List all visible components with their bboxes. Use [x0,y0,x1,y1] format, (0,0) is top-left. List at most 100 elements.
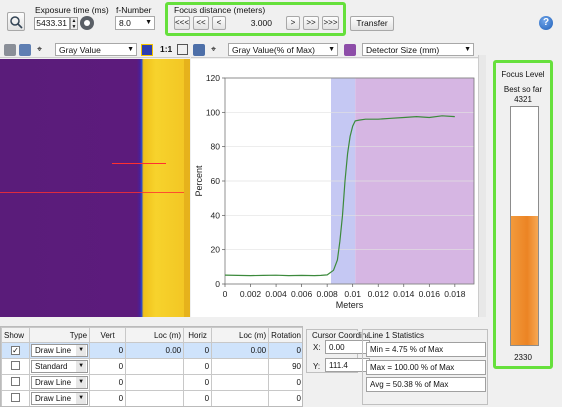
chevron-down-icon: ▼ [76,377,87,388]
cursor-x-label: X: [313,343,321,352]
focus-step-forward-small-button[interactable]: > [286,16,300,30]
zoom-fit-icon[interactable] [177,44,188,55]
horiz-cell[interactable]: 0 [183,342,213,359]
vert-cell[interactable]: 0 [89,342,127,359]
horiz-cell[interactable]: 0 [183,390,213,406]
rotation-cell[interactable]: 0 [268,374,302,391]
y-tick-label: 120 [206,73,220,83]
chevron-down-icon: ▼ [145,19,152,26]
show-cell[interactable] [1,390,31,406]
focus-step-back-medium-button[interactable]: << [193,16,209,30]
show-cell[interactable]: ✓ [1,342,31,359]
chevron-down-icon: ▼ [328,46,335,53]
rotation-cell[interactable]: 90 [268,358,302,375]
loc-horiz-cell [211,374,270,391]
plot-x-label: Detector Size (mm) [366,45,440,55]
transfer-button[interactable]: Transfer [350,16,394,31]
save-icon[interactable] [19,44,31,56]
horiz-cell[interactable]: 0 [183,374,213,391]
show-checkbox[interactable] [11,393,20,402]
vert-cell[interactable]: 0 [89,390,127,406]
stat-avg: Avg = 50.38 % of Max [366,377,486,392]
table-row[interactable]: Draw Line ▼ 0 0 0 [1,390,302,406]
focus-step-back-large-button[interactable]: <<< [174,16,190,30]
y-tick-label: 60 [211,176,221,186]
exposure-apply-button[interactable] [80,16,94,30]
fnumber-select[interactable]: 8.0 ▼ [115,16,155,30]
cursor-tool-icon[interactable]: ⌖ [37,44,42,55]
plot-area: 0 20 40 60 80 100 120 0 0.002 0.004 0.006 0.008 0.01… [191,59,485,317]
type-select[interactable]: Draw Line ▼ [31,344,89,357]
show-cell[interactable] [1,374,31,391]
x-tick-label: 0.014 [393,289,415,299]
rotation-cell[interactable]: 0 [268,342,302,359]
loc-vert-cell [125,358,185,375]
focus-distance-value: 3.000 [250,18,272,28]
type-cell[interactable]: Standard ▼ [29,358,91,375]
chart-export-icon[interactable] [193,44,205,56]
focus-level-meter [510,106,539,346]
x-tick-label: 0.008 [317,289,339,299]
chevron-down-icon: ▼ [76,393,87,404]
show-cell[interactable] [1,358,31,375]
table-row[interactable]: Draw Line ▼ 0 0 0 [1,374,302,391]
focus-level-title: Focus Level [501,70,545,79]
type-select[interactable]: Standard ▼ [31,360,89,373]
zoom-label[interactable]: 1:1 [160,44,172,54]
horiz-cell[interactable]: 0 [183,358,213,375]
focus-level-fill [511,216,538,345]
cursor-y-label: Y: [313,362,321,371]
image-right-edge [184,59,190,317]
best-so-far-value: 4321 [514,95,532,104]
plot-y-label: Gray Value(% of Max) [232,45,315,55]
type-select[interactable]: Draw Line ▼ [31,376,89,389]
loc-horiz-cell [211,358,270,375]
camera-image[interactable] [0,59,190,317]
show-checkbox[interactable] [11,361,20,370]
exposure-spinner[interactable]: ▲ ▼ [70,17,78,30]
stat-max: Max = 100.00 % of Max [366,360,486,375]
y-tick-label: 40 [211,210,221,220]
chevron-down-icon: ▼ [464,46,471,53]
focus-level-current-value: 2330 [514,353,532,362]
show-checkbox[interactable] [11,377,20,386]
image-panel-toolbar: ⌖ Gray Value ▼ 1:1 [0,42,190,58]
x-tick-label: 0.01 [344,289,361,299]
x-tick-label: 0.012 [368,289,390,299]
plot-x-select[interactable]: Detector Size (mm) ▼ [362,43,474,56]
type-cell[interactable]: Draw Line ▼ [29,390,91,406]
print-icon[interactable] [4,44,16,56]
profile-chart: 0 20 40 60 80 100 120 0 0.002 0.004 0.006 0.008 0.01… [194,73,475,310]
image-value-select[interactable]: Gray Value ▼ [55,43,137,56]
line-table: Show Type Vert Loc (m) Horiz Loc (m) Rot… [1,327,302,406]
horizontal-cursor-line [0,192,190,193]
vert-cell[interactable]: 0 [89,374,127,391]
type-cell[interactable]: Draw Line ▼ [29,374,91,391]
loc-horiz-cell [211,390,270,406]
column-header-loc-horiz: Loc (m) [211,327,270,343]
plot-scrollbar[interactable] [478,55,486,317]
chart-cursor-icon[interactable]: ⌖ [211,44,216,55]
table-row[interactable]: Standard ▼ 0 0 90 [1,358,302,375]
column-header-rotation: Rotation [268,327,302,343]
y-tick-label: 100 [206,107,220,117]
focus-step-forward-large-button[interactable]: >>> [322,16,339,30]
show-checkbox[interactable]: ✓ [11,346,20,355]
plot-grid-icon[interactable] [344,44,356,56]
focus-step-forward-medium-button[interactable]: >> [303,16,319,30]
color-map-icon[interactable] [141,44,153,56]
focus-step-back-small-button[interactable]: < [212,16,226,30]
plot-y-select[interactable]: Gray Value(% of Max) ▼ [228,43,338,56]
help-button[interactable]: ? [539,16,553,30]
type-select[interactable]: Draw Line ▼ [31,392,89,405]
vert-cell[interactable]: 0 [89,358,127,375]
camera-button[interactable] [7,12,25,31]
exposure-input[interactable]: 5433.31 [34,17,70,30]
loc-vert-cell [125,390,185,406]
fnumber-value: 8.0 [119,18,131,28]
type-cell[interactable]: Draw Line ▼ [29,342,91,359]
fnumber-label: f-Number [116,5,152,15]
rotation-cell[interactable]: 0 [268,390,302,406]
table-row[interactable]: ✓ Draw Line ▼ 0 0.00 0 0.00 0 [1,342,302,359]
type-value: Draw Line [35,394,72,403]
